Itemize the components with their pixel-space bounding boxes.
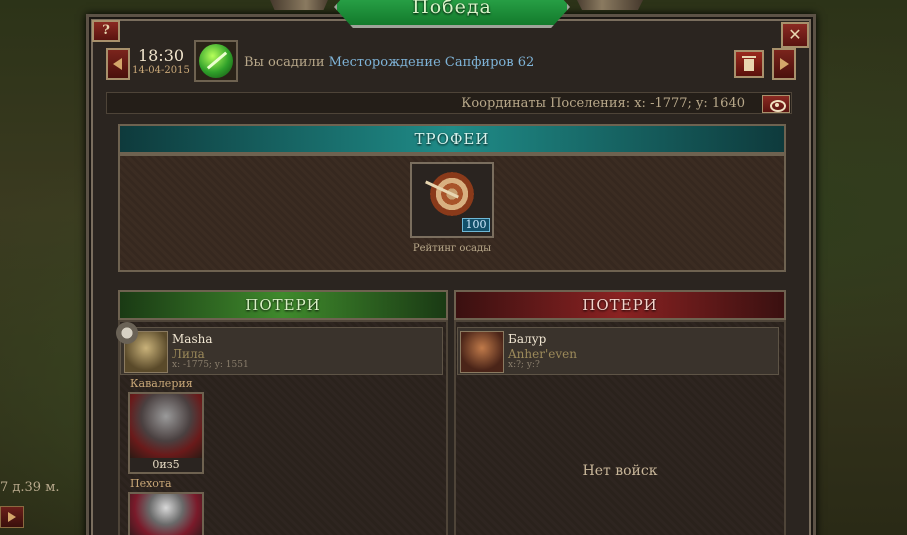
trophies-title: ТРОФЕИ <box>414 130 490 148</box>
previous-report-button[interactable] <box>106 48 130 80</box>
help-button[interactable]: ? <box>92 20 120 42</box>
cavalry-unit-card[interactable]: 0из5 <box>128 392 204 474</box>
report-time: 18:30 <box>137 46 185 65</box>
defender-alliance[interactable]: Anher'even <box>508 347 577 361</box>
target-link[interactable]: Месторождение Сапфиров 62 <box>329 55 535 70</box>
coordinates-bar: Координаты Поселения: x: -1777; y: 1640 <box>106 92 792 114</box>
trophies-header: ТРОФЕИ <box>118 124 786 154</box>
map-expand-button[interactable] <box>0 506 24 528</box>
no-troops-text: Нет войск <box>582 463 658 479</box>
window-title: Победа <box>334 0 570 28</box>
infantry-unit-card[interactable] <box>128 492 204 535</box>
defender-losses-title: ПОТЕРИ <box>582 296 658 314</box>
defender-coords: x:?; y:? <box>508 360 540 370</box>
infantry-label: Пехота <box>130 477 172 490</box>
attacker-card[interactable] <box>120 327 443 375</box>
infantry-unit-icon <box>130 494 202 535</box>
title-ornament-right <box>570 0 650 10</box>
view-on-map-button[interactable] <box>762 95 790 113</box>
map-distance-label: 7 д.39 м. <box>0 480 60 495</box>
cavalry-unit-icon <box>130 394 202 458</box>
cavalry-label: Кавалерия <box>130 377 193 390</box>
defender-card[interactable] <box>457 327 779 375</box>
attacker-losses-title: ПОТЕРИ <box>245 296 321 314</box>
message-prefix: Вы осадили <box>244 55 325 70</box>
close-button[interactable]: ✕ <box>781 22 809 48</box>
siege-rating-label: Рейтинг осады <box>412 243 492 254</box>
attacker-losses-header: ПОТЕРИ <box>118 290 448 320</box>
report-message: Вы осадили Месторождение Сапфиров 62 <box>244 55 534 70</box>
cavalry-count: 0из5 <box>152 458 180 471</box>
defender-name[interactable]: Балур <box>508 332 546 346</box>
report-timestamp: 18:30 14-04-2015 <box>130 40 192 84</box>
defender-losses-header: ПОТЕРИ <box>454 290 786 320</box>
window-title-text: Победа <box>412 0 492 18</box>
victory-orb-icon <box>199 44 233 78</box>
next-report-button[interactable] <box>772 48 796 80</box>
delete-report-button[interactable] <box>734 50 764 78</box>
battle-type-icon <box>194 40 238 82</box>
siege-rating-count: 100 <box>462 218 490 232</box>
attacker-name[interactable]: Masha <box>172 332 212 346</box>
settlement-coordinates: Координаты Поселения: x: -1777; y: 1640 <box>461 96 745 111</box>
attacker-alliance[interactable]: Лила <box>172 347 205 361</box>
report-date: 14-04-2015 <box>132 65 190 76</box>
skull-icon <box>116 322 138 344</box>
defender-avatar[interactable] <box>460 331 504 373</box>
title-ornament-left <box>264 0 334 10</box>
attacker-coords: x: -1775; y: 1551 <box>172 360 249 370</box>
